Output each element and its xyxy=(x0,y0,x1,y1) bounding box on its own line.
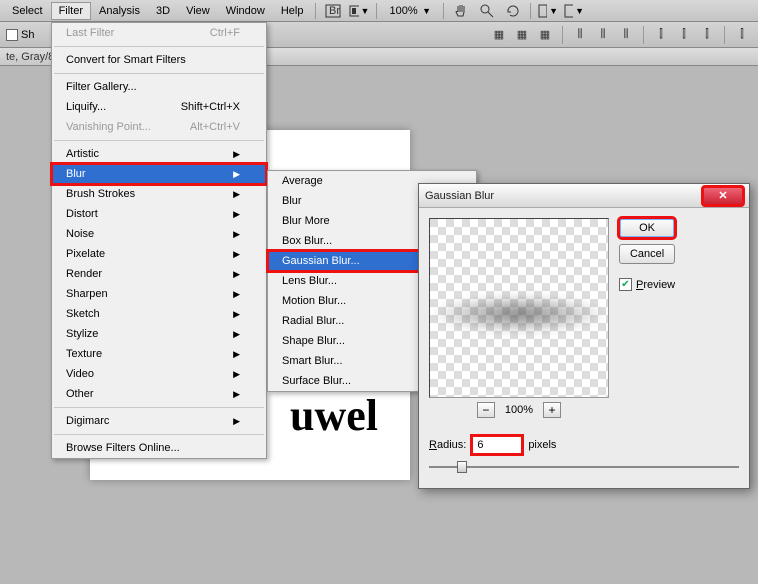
menu-analysis[interactable]: Analysis xyxy=(91,2,148,20)
align-left-icon[interactable]: ▦ xyxy=(489,25,509,45)
close-button[interactable]: ✕ xyxy=(703,187,743,205)
radius-unit: pixels xyxy=(528,439,556,451)
zoom-in-button[interactable]: + xyxy=(543,402,561,418)
radius-label: Radius: xyxy=(429,439,466,451)
align-center-icon[interactable]: ▦ xyxy=(512,25,532,45)
mi-liquify[interactable]: Liquify...Shift+Ctrl+X xyxy=(52,97,266,117)
zoom-out-button[interactable]: − xyxy=(477,402,495,418)
hand-icon[interactable] xyxy=(451,2,471,20)
menu-3d[interactable]: 3D xyxy=(148,2,178,20)
slider-thumb[interactable] xyxy=(457,461,467,473)
zoom-level[interactable]: 100% ▼ xyxy=(381,2,439,20)
document-info: te, Gray/8 xyxy=(6,51,54,63)
mi-convert-smart[interactable]: Convert for Smart Filters xyxy=(52,50,266,70)
mi-distort[interactable]: Distort▶ xyxy=(52,204,266,224)
screen-mode-icon[interactable]: ▼ xyxy=(349,2,369,20)
close-icon: ✕ xyxy=(718,189,727,202)
mi-video[interactable]: Video▶ xyxy=(52,364,266,384)
mi-last-filter: Last FilterCtrl+F xyxy=(52,23,266,43)
align-right-icon[interactable]: ▦ xyxy=(535,25,555,45)
mi-pixelate[interactable]: Pixelate▶ xyxy=(52,244,266,264)
menu-select[interactable]: Select xyxy=(4,2,51,20)
distribute-v2-icon[interactable]: ⫿ xyxy=(674,25,694,45)
preview-panel[interactable] xyxy=(429,218,609,398)
checkbox-sh[interactable] xyxy=(6,29,18,41)
distribute-h1-icon[interactable]: ⫼ xyxy=(570,25,590,45)
mi-digimarc[interactable]: Digimarc▶ xyxy=(52,411,266,431)
menu-help[interactable]: Help xyxy=(273,2,312,20)
mi-blur[interactable]: Blur▶ xyxy=(52,164,266,184)
distribute-v3-icon[interactable]: ⫿ xyxy=(697,25,717,45)
preview-content xyxy=(430,294,608,334)
arrange-icon[interactable]: ▼ xyxy=(538,2,558,20)
bridge-icon[interactable]: Br xyxy=(323,2,343,20)
distribute-extra-icon[interactable]: ⫿ xyxy=(732,25,752,45)
dialog-title: Gaussian Blur xyxy=(425,190,703,202)
zoom-value: 100% xyxy=(505,404,533,416)
menu-filter[interactable]: Filter xyxy=(51,2,91,20)
menubar: Select Filter Analysis 3D View Window He… xyxy=(0,0,758,22)
screen-icon[interactable]: ▼ xyxy=(564,2,584,20)
mi-artistic[interactable]: Artistic▶ xyxy=(52,144,266,164)
gaussian-blur-dialog: Gaussian Blur ✕ − 100% + OK Cancel ✔ PPr… xyxy=(418,183,750,489)
mi-other[interactable]: Other▶ xyxy=(52,384,266,404)
rotate-icon[interactable] xyxy=(503,2,523,20)
distribute-h3-icon[interactable]: ⫼ xyxy=(616,25,636,45)
label-sh: Sh xyxy=(21,29,34,41)
ok-button[interactable]: OK xyxy=(619,218,675,238)
radius-slider[interactable] xyxy=(429,460,739,474)
mi-texture[interactable]: Texture▶ xyxy=(52,344,266,364)
dialog-titlebar[interactable]: Gaussian Blur ✕ xyxy=(419,184,749,208)
zoom-icon[interactable] xyxy=(477,2,497,20)
mi-filter-gallery[interactable]: Filter Gallery... xyxy=(52,77,266,97)
preview-checkbox[interactable]: ✔ xyxy=(619,278,632,291)
mi-sketch[interactable]: Sketch▶ xyxy=(52,304,266,324)
canvas-text: uwel xyxy=(290,390,378,441)
distribute-v1-icon[interactable]: ⫿ xyxy=(651,25,671,45)
mi-sharpen[interactable]: Sharpen▶ xyxy=(52,284,266,304)
distribute-h2-icon[interactable]: ⫼ xyxy=(593,25,613,45)
mi-stylize[interactable]: Stylize▶ xyxy=(52,324,266,344)
menu-view[interactable]: View xyxy=(178,2,218,20)
mi-noise[interactable]: Noise▶ xyxy=(52,224,266,244)
preview-label: PPreviewreview xyxy=(636,279,675,291)
menu-window[interactable]: Window xyxy=(218,2,273,20)
svg-text:Br: Br xyxy=(329,5,340,17)
mi-browse-filters[interactable]: Browse Filters Online... xyxy=(52,438,266,458)
radius-input[interactable] xyxy=(472,436,522,454)
mi-render[interactable]: Render▶ xyxy=(52,264,266,284)
mi-vanishing-point: Vanishing Point...Alt+Ctrl+V xyxy=(52,117,266,137)
mi-brush-strokes[interactable]: Brush Strokes▶ xyxy=(52,184,266,204)
filter-menu: Last FilterCtrl+F Convert for Smart Filt… xyxy=(51,22,267,459)
cancel-button[interactable]: Cancel xyxy=(619,244,675,264)
